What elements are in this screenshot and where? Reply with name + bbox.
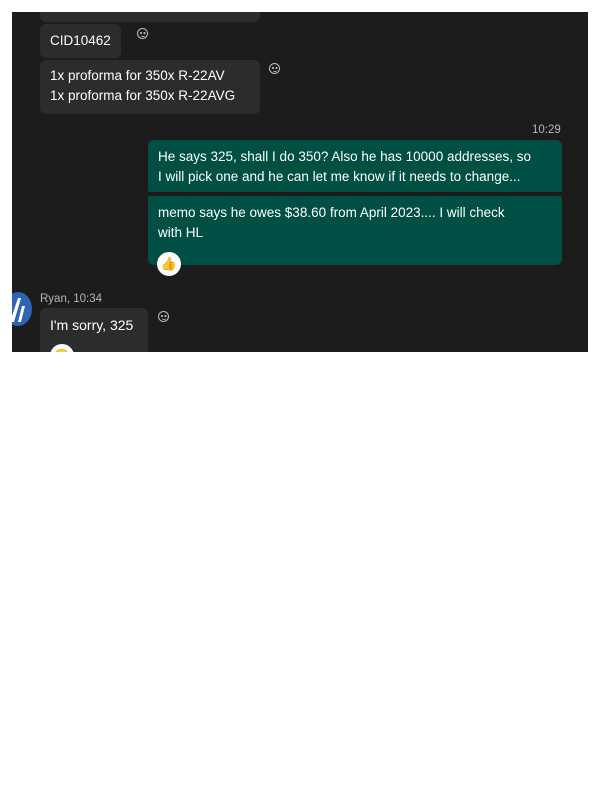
message-text-line: 1x proforma for 350x R-22AVG (50, 88, 236, 103)
message-text: CID10462 (50, 33, 111, 48)
message-text-line: with HL (158, 225, 204, 240)
add-reaction-icon[interactable] (137, 28, 148, 39)
message-text: I'm sorry, 325 (50, 317, 134, 333)
outgoing-message-bubble[interactable]: memo says he owes $38.60 from April 2023… (148, 196, 562, 265)
message-timestamp: 10:29 (532, 124, 561, 136)
avatar-logo-icon (12, 298, 25, 322)
thumbs-up-icon[interactable]: 👍 (157, 252, 181, 276)
message-text-line: He says 325, shall I do 350? Also he has… (158, 149, 531, 164)
message-bubble-cid[interactable]: CID10462 (40, 24, 121, 58)
chat-panel: CID10462 1x proforma for 350x R-22AV 1x … (12, 12, 588, 352)
message-text-line: memo says he owes $38.60 from April 2023… (158, 205, 505, 220)
previous-message-bubble[interactable] (40, 12, 260, 22)
sender-name-time: Ryan, 10:34 (40, 293, 103, 305)
outgoing-message-bubble[interactable]: He says 325, shall I do 350? Also he has… (148, 140, 562, 192)
message-bubble-proforma[interactable]: 1x proforma for 350x R-22AV 1x proforma … (40, 60, 260, 114)
message-text-line: 1x proforma for 350x R-22AV (50, 68, 225, 83)
avatar[interactable] (12, 292, 32, 326)
add-reaction-icon[interactable] (158, 311, 169, 322)
message-text-line: I will pick one and he can let me know i… (158, 169, 521, 184)
add-reaction-icon[interactable] (269, 63, 280, 74)
